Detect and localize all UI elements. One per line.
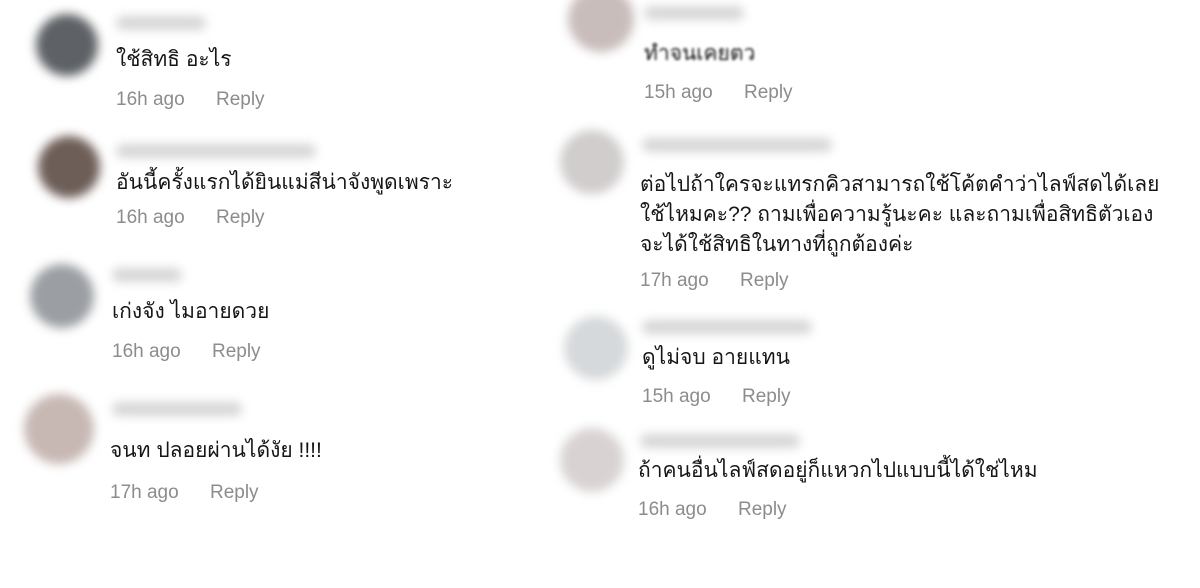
comment-meta: 16h ago Reply: [638, 499, 787, 521]
comment-meta: 16h ago Reply: [116, 89, 265, 111]
comment-item: ทําจนเคยตว 15h ago Reply: [560, 0, 1200, 120]
avatar[interactable]: [560, 130, 624, 194]
reply-button[interactable]: Reply: [216, 89, 265, 111]
comment-item: เก่งจัง ไมอายดวย 16h ago Reply: [0, 260, 560, 390]
comment-timestamp: 15h ago: [642, 386, 711, 407]
comment-timestamp: 16h ago: [116, 89, 185, 110]
comment-text: จนท ปลอยผ่านได้งัย !!!!: [110, 439, 322, 462]
comment-text: ดูไม่จบ อายแทน: [642, 346, 790, 369]
comment-item: ถ้าคนอื่นไลฟ์สดอยู่ก็แหวกไปแบบนี้ได้ใช่ไ…: [560, 420, 1200, 550]
username[interactable]: [112, 402, 242, 416]
username[interactable]: [642, 138, 832, 152]
reply-button[interactable]: Reply: [740, 270, 789, 292]
comment-timestamp: 17h ago: [110, 482, 179, 503]
avatar[interactable]: [24, 394, 94, 464]
username[interactable]: [112, 268, 182, 282]
comment-item: ใช้สิทธิ อะไร 16h ago Reply: [0, 0, 560, 130]
comment-text: จะได้ใช้สิทธิในทางที่ถูกต้องค่ะ: [640, 233, 914, 256]
comment-timestamp: 16h ago: [116, 207, 185, 228]
comment-timestamp: 16h ago: [638, 499, 707, 520]
comment-timestamp: 16h ago: [112, 341, 181, 362]
comment-meta: 17h ago Reply: [110, 482, 259, 504]
avatar[interactable]: [36, 14, 98, 76]
comment-meta: 15h ago Reply: [642, 386, 791, 408]
avatar[interactable]: [564, 316, 628, 380]
comment-text: อันนี้ครั้งแรกได้ยินแม่สีน่าจังพูดเพราะ: [116, 171, 454, 194]
comment-item: อันนี้ครั้งแรกได้ยินแม่สีน่าจังพูดเพราะ …: [0, 130, 560, 260]
comment-meta: 16h ago Reply: [112, 341, 261, 363]
username[interactable]: [116, 16, 206, 30]
comment-meta: 16h ago Reply: [116, 207, 265, 229]
username[interactable]: [116, 144, 316, 158]
comment-meta: 15h ago Reply: [644, 82, 793, 104]
comment-item: ต่อไปถ้าใครจะแทรกคิวสามารถใช้โค้ตคําว่าไ…: [560, 120, 1200, 310]
reply-button[interactable]: Reply: [216, 207, 265, 229]
comment-text: ใช้สิทธิ อะไร: [116, 48, 232, 71]
comment-text: ทําจนเคยตว: [644, 42, 756, 65]
comment-text: เก่งจัง ไมอายดวย: [112, 300, 270, 323]
username[interactable]: [644, 6, 744, 20]
comment-item: ดูไม่จบ อายแทน 15h ago Reply: [560, 310, 1200, 420]
username[interactable]: [640, 434, 800, 448]
comment-meta: 17h ago Reply: [640, 270, 789, 292]
reply-button[interactable]: Reply: [210, 482, 259, 504]
comment-timestamp: 15h ago: [644, 82, 713, 103]
comment-item: จนท ปลอยผ่านได้งัย !!!! 17h ago Reply: [0, 390, 560, 530]
username[interactable]: [642, 320, 812, 334]
reply-button[interactable]: Reply: [742, 386, 791, 408]
reply-button[interactable]: Reply: [744, 82, 793, 104]
avatar[interactable]: [568, 0, 634, 52]
reply-button[interactable]: Reply: [212, 341, 261, 363]
comment-text: ใช้ไหมคะ?? ถามเพื่อความรู้นะคะ และถามเพื…: [640, 203, 1154, 226]
comment-text: ต่อไปถ้าใครจะแทรกคิวสามารถใช้โค้ตคําว่าไ…: [640, 173, 1160, 196]
comments-screenshot: ใช้สิทธิ อะไร 16h ago Reply อันนี้ครั้งแ…: [0, 0, 1200, 588]
comment-timestamp: 17h ago: [640, 270, 709, 291]
comment-text: ถ้าคนอื่นไลฟ์สดอยู่ก็แหวกไปแบบนี้ได้ใช่ไ…: [638, 459, 1038, 482]
reply-button[interactable]: Reply: [738, 499, 787, 521]
avatar[interactable]: [30, 264, 94, 328]
avatar[interactable]: [560, 428, 624, 492]
avatar[interactable]: [38, 136, 100, 198]
